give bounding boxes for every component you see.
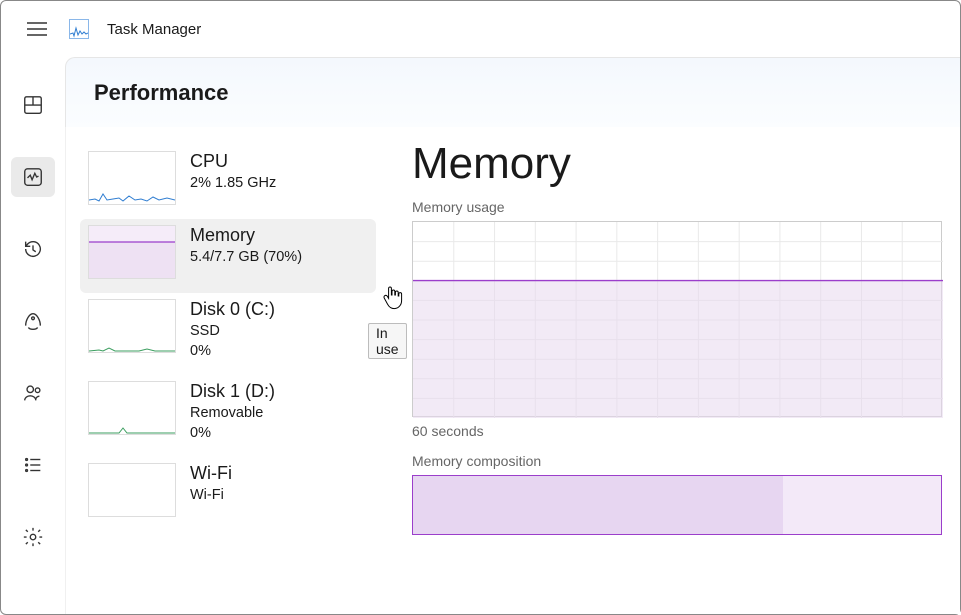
app-title: Task Manager (107, 21, 201, 38)
memory-thumb-chart (88, 225, 176, 279)
disk0-sub1: SSD (190, 322, 275, 342)
wifi-title: Wi-Fi (190, 463, 232, 484)
composition-label: Memory composition (412, 453, 952, 469)
detail-pane: Memory Memory usage 60 seconds Memory co… (376, 127, 960, 614)
nav-services[interactable] (11, 517, 55, 557)
memory-usage-chart (412, 221, 942, 417)
memory-title: Memory (190, 225, 302, 246)
titlebar: Task Manager (1, 1, 960, 57)
disk1-title: Disk 1 (D:) (190, 381, 275, 402)
page-title: Performance (65, 57, 960, 127)
sidebar-item-cpu[interactable]: CPU 2% 1.85 GHz (80, 145, 376, 219)
hamburger-menu-icon[interactable] (23, 15, 51, 43)
cpu-title: CPU (190, 151, 276, 172)
disk0-thumb-chart (88, 299, 176, 353)
nav-processes[interactable] (11, 85, 55, 125)
wifi-thumb-chart (88, 463, 176, 517)
nav-rail (1, 57, 65, 614)
nav-performance[interactable] (11, 157, 55, 197)
sidebar-item-wifi[interactable]: Wi-Fi Wi-Fi (80, 457, 376, 531)
disk0-sub2: 0% (190, 342, 275, 362)
disk1-sub2: 0% (190, 424, 275, 444)
sidebar-item-disk1[interactable]: Disk 1 (D:) Removable 0% (80, 375, 376, 457)
usage-label: Memory usage (412, 199, 952, 215)
nav-app-history[interactable] (11, 229, 55, 269)
disk1-sub1: Removable (190, 404, 275, 424)
detail-title: Memory (412, 139, 952, 189)
nav-details[interactable] (11, 445, 55, 485)
memory-composition-chart (412, 475, 942, 535)
memory-sub: 5.4/7.7 GB (70%) (190, 248, 302, 268)
performance-sidebar: CPU 2% 1.85 GHz Memory 5.4/7.7 GB (70%) … (66, 127, 376, 614)
app-icon (69, 19, 89, 39)
cpu-sub: 2% 1.85 GHz (190, 174, 276, 194)
wifi-sub1: Wi-Fi (190, 486, 232, 506)
disk0-title: Disk 0 (C:) (190, 299, 275, 320)
nav-users[interactable] (11, 373, 55, 413)
time-label: 60 seconds (412, 423, 952, 439)
nav-startup-apps[interactable] (11, 301, 55, 341)
disk1-thumb-chart (88, 381, 176, 435)
cpu-thumb-chart (88, 151, 176, 205)
sidebar-item-memory[interactable]: Memory 5.4/7.7 GB (70%) In use (80, 219, 376, 293)
sidebar-item-disk0[interactable]: Disk 0 (C:) SSD 0% (80, 293, 376, 375)
